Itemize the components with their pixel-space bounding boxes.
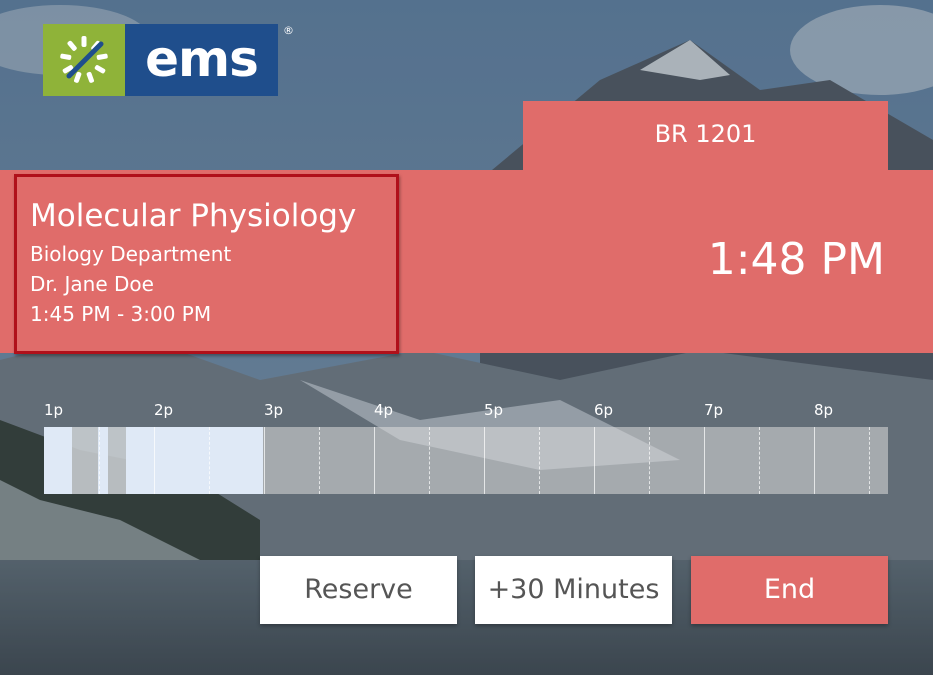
past-block <box>72 427 98 494</box>
hour-tick <box>374 427 375 494</box>
hour-label: 2p <box>154 401 174 419</box>
half-hour-tick <box>649 427 650 494</box>
event-host: Dr. Jane Doe <box>30 272 154 296</box>
current-time: 1:48 PM <box>707 234 885 285</box>
sun-burst-icon <box>43 24 125 96</box>
current-event-banner: Molecular Physiology Biology Department … <box>0 170 933 354</box>
extend-30-minutes-button[interactable]: +30 Minutes <box>475 556 672 624</box>
booked-block[interactable] <box>44 427 72 494</box>
hour-tick <box>704 427 705 494</box>
half-hour-tick <box>869 427 870 494</box>
registered-mark: ® <box>283 24 294 37</box>
room-name: BR 1201 <box>654 120 757 148</box>
ems-logo: ems ® <box>43 24 294 96</box>
event-department: Biology Department <box>30 242 232 266</box>
half-hour-tick <box>429 427 430 494</box>
event-time-range: 1:45 PM - 3:00 PM <box>30 302 212 326</box>
hour-tick <box>814 427 815 494</box>
current-event-block[interactable] <box>126 427 263 494</box>
half-hour-tick <box>209 427 210 494</box>
hour-label: 8p <box>814 401 834 419</box>
hour-label: 5p <box>484 401 504 419</box>
logo-wordmark: ems <box>125 24 278 96</box>
half-hour-tick <box>99 427 100 494</box>
half-hour-tick <box>539 427 540 494</box>
hour-tick <box>154 427 155 494</box>
hour-label: 3p <box>264 401 284 419</box>
reserve-button[interactable]: Reserve <box>260 556 457 624</box>
hour-label: 1p <box>44 401 64 419</box>
end-meeting-button[interactable]: End <box>691 556 888 624</box>
hour-tick <box>594 427 595 494</box>
hour-tick <box>264 427 265 494</box>
hour-label: 6p <box>594 401 614 419</box>
half-hour-tick <box>759 427 760 494</box>
room-name-tab: BR 1201 <box>523 101 888 171</box>
hour-label: 7p <box>704 401 724 419</box>
half-hour-tick <box>319 427 320 494</box>
past-block <box>108 427 126 494</box>
hour-label: 4p <box>374 401 394 419</box>
hour-tick <box>484 427 485 494</box>
event-title: Molecular Physiology <box>30 198 357 234</box>
schedule-timeline[interactable] <box>44 427 888 494</box>
